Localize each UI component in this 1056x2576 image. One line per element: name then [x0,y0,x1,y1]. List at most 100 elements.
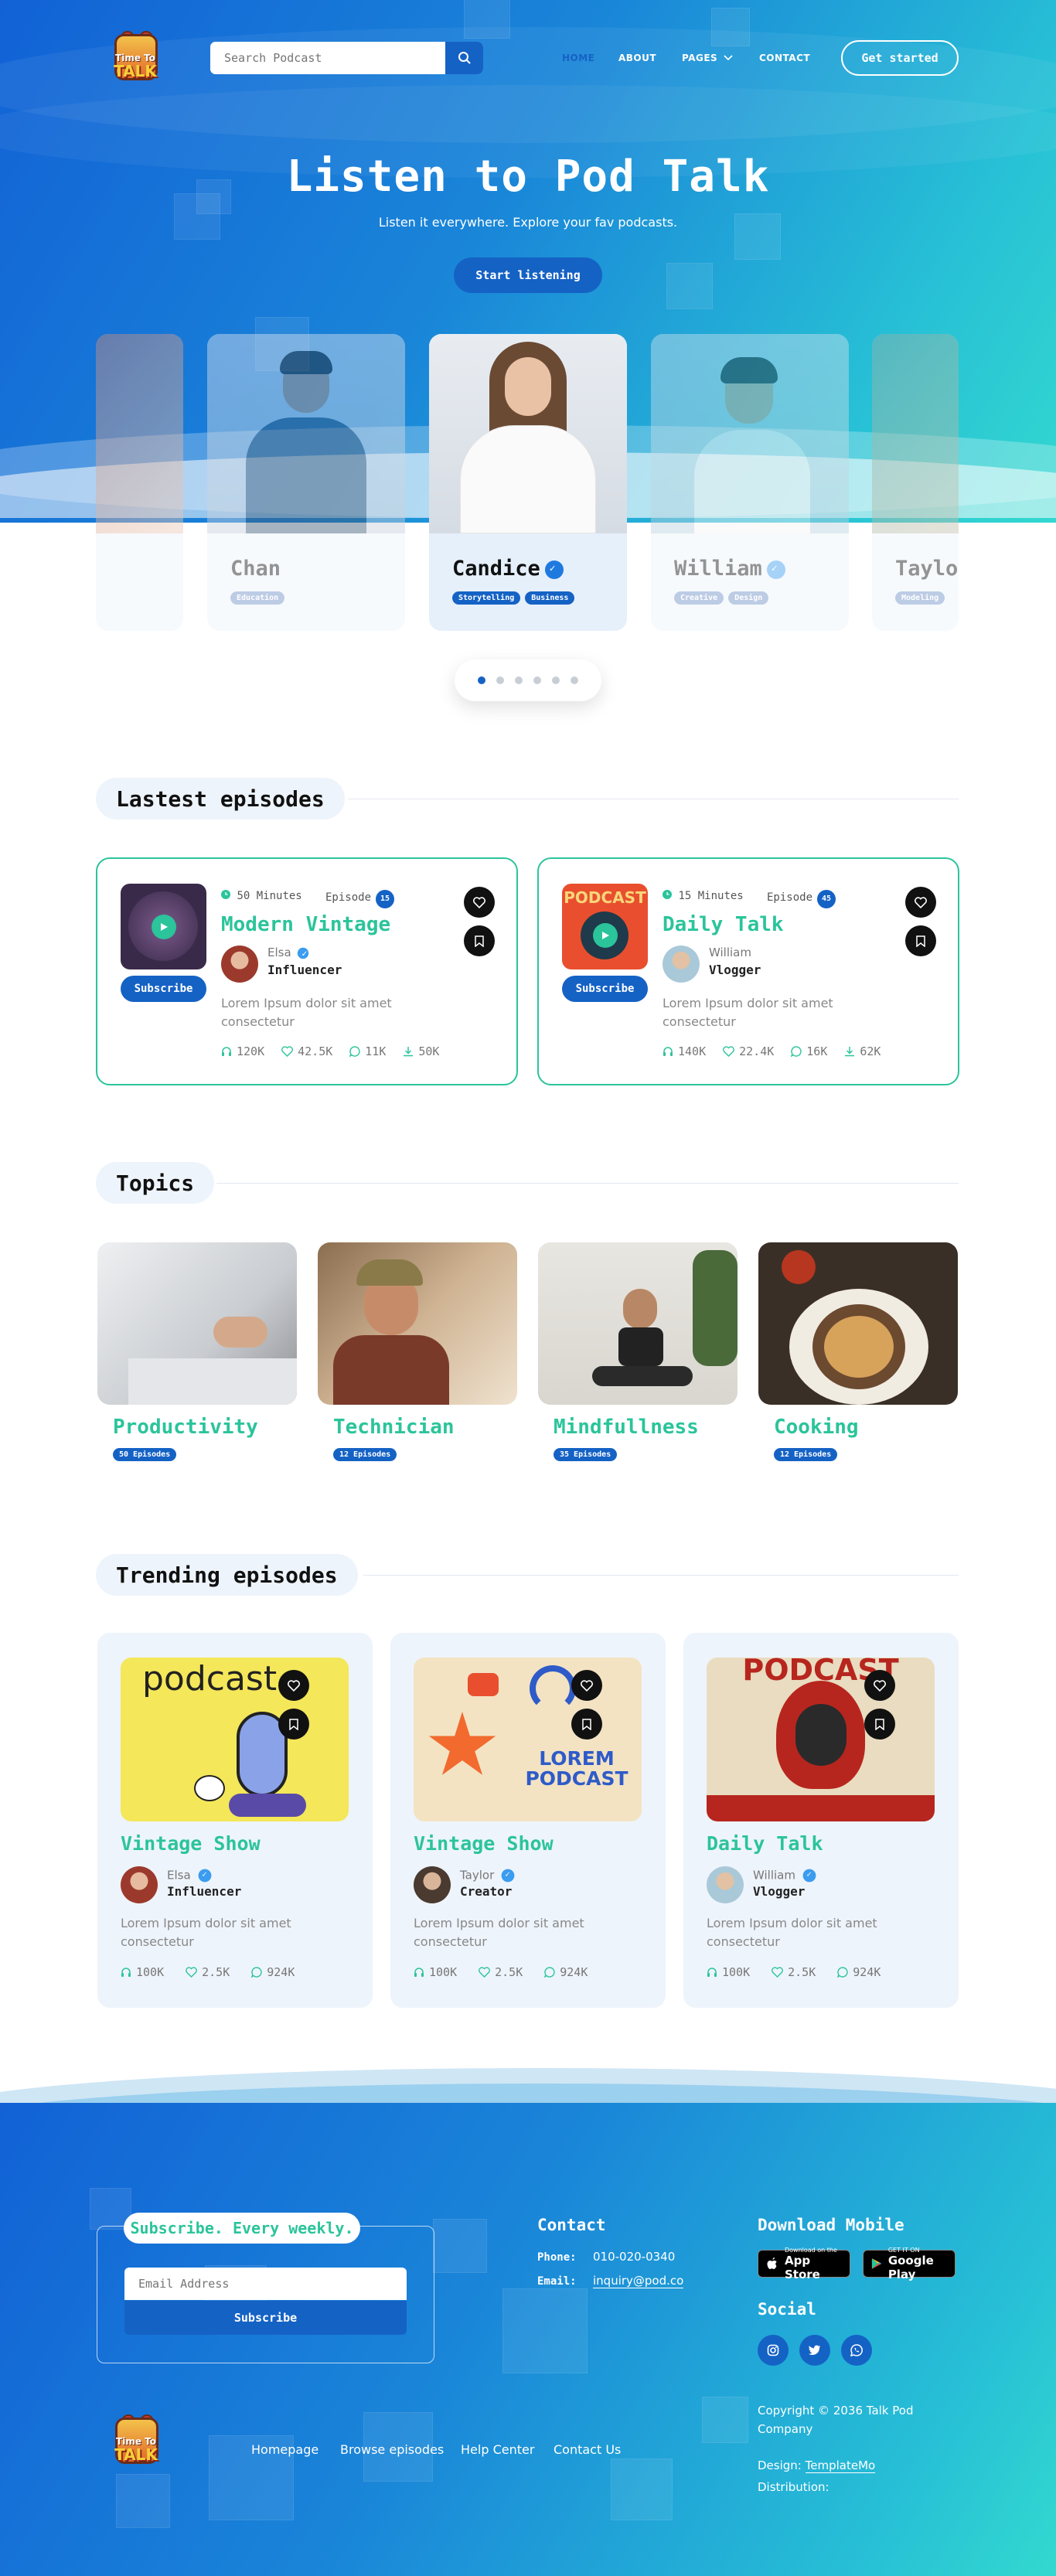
topic-image [97,1242,297,1405]
avatar [121,1866,158,1903]
footer-link-help[interactable]: Help Center [461,2442,534,2457]
author-name-text: Taylor [460,1868,495,1883]
episode-card[interactable]: Subscribe 50 Minutes Episode 15 Modern Vi… [96,857,518,1085]
carousel-dot[interactable] [552,676,560,684]
episode-card[interactable]: PODCAST Subscribe 15 Minutes Episode 45 D… [537,857,959,1085]
carousel-dot[interactable] [571,676,578,684]
search-input[interactable] [210,42,445,74]
profile-card-active[interactable]: Candice Storytelling Business [429,334,627,631]
like-button[interactable] [464,887,495,918]
topic-card[interactable]: Mindfullness 35 Episodes [538,1242,737,1461]
trending-card[interactable]: LOREM PODCAST Vintage Show Taylor Creato… [390,1633,666,2008]
nav-contact[interactable]: CONTACT [759,53,810,63]
profile-tag[interactable]: Modeling [895,591,945,605]
profile-card-partial[interactable]: Taylo Modeling [872,334,959,631]
trending-card[interactable]: PODCAST Daily Talk William Vlogger Lorem… [683,1633,959,2008]
start-listening-button[interactable]: Start listening [454,257,602,293]
phone-value[interactable]: 010-020-0340 [593,2250,675,2264]
comments-stat[interactable]: 924K [544,1965,588,1979]
app-store-button[interactable]: Download on the App Store [758,2247,850,2281]
bookmark-button[interactable] [905,925,936,956]
carousel-dot[interactable] [533,676,541,684]
likes-stat[interactable]: 22.4K [723,1044,774,1058]
avatar [221,946,258,983]
trending-card[interactable]: podcast Vintage Show Elsa Influencer Lor… [97,1633,373,2008]
comments-stat[interactable]: 924K [837,1965,881,1979]
episode-artwork: PODCAST [562,884,648,969]
downloads-stat[interactable]: 50K [403,1044,439,1058]
subscribe-button[interactable]: Subscribe [562,976,648,1002]
profile-tag[interactable]: Education [230,591,285,605]
comments-count: 924K [560,1965,588,1979]
profile-tag[interactable]: Creative [674,591,724,605]
topic-card[interactable]: Technician 12 Episodes [318,1242,517,1461]
search-button[interactable] [445,42,483,74]
email-field[interactable] [124,2268,407,2300]
like-button[interactable] [571,1670,602,1701]
bookmark-button[interactable] [278,1709,309,1739]
bookmark-button[interactable] [464,925,495,956]
author-role: Creator [460,1884,513,1899]
subscribe-button[interactable]: Subscribe [121,976,206,1002]
likes-stat[interactable]: 2.5K [772,1965,816,1979]
headphones-icon [663,1047,673,1056]
profile-card[interactable]: Chan Education [207,334,405,631]
navbar: Time To TALK HOME ABOUT PAGES CONTACT Ge… [0,29,1056,87]
bookmark-button[interactable] [571,1709,602,1739]
carousel-dot[interactable] [496,676,504,684]
logo[interactable]: Time To TALK [108,31,162,85]
comments-stat[interactable]: 924K [251,1965,295,1979]
profile-card-partial[interactable] [96,334,183,631]
likes-stat[interactable]: 2.5K [479,1965,523,1979]
twitter-button[interactable] [799,2335,830,2366]
episode-title[interactable]: Vintage Show [121,1832,261,1855]
nav-about[interactable]: ABOUT [618,53,656,63]
design-link[interactable]: TemplateMo [805,2458,876,2473]
carousel-dot[interactable] [478,676,485,684]
bookmark-button[interactable] [864,1709,895,1739]
footer-logo[interactable]: Time To TALK [109,2414,163,2469]
like-button[interactable] [864,1670,895,1701]
google-play-button[interactable]: GET IT ON Google Play [863,2247,956,2281]
profile-tag[interactable]: Storytelling [452,591,521,605]
author-role: Vlogger [709,963,761,977]
carousel-dot[interactable] [515,676,523,684]
instagram-icon [767,2344,779,2356]
comments-stat[interactable]: 16K [791,1044,827,1058]
instagram-button[interactable] [758,2335,789,2366]
topic-card[interactable]: Productivity 50 Episodes [97,1242,297,1461]
headphones-icon [121,1968,131,1977]
verified-icon [198,1869,212,1883]
like-button[interactable] [905,887,936,918]
footer-link-homepage[interactable]: Homepage [251,2442,319,2457]
profile-tag[interactable]: Business [525,591,575,605]
footer-link-browse[interactable]: Browse episodes [340,2442,444,2457]
whatsapp-button[interactable] [841,2335,872,2366]
avatar [707,1866,744,1903]
comments-stat[interactable]: 11K [349,1044,386,1058]
profile-tag[interactable]: Design [728,591,769,605]
episode-title[interactable]: Modern Vintage [221,913,390,936]
like-button[interactable] [278,1670,309,1701]
episode-title[interactable]: Vintage Show [414,1832,554,1855]
download-icon [845,1047,855,1057]
footer-link-contact[interactable]: Contact Us [554,2442,621,2457]
nav-home[interactable]: HOME [562,53,594,63]
subscribe-submit-button[interactable]: Subscribe [124,2301,407,2335]
episode-title[interactable]: Daily Talk [707,1832,823,1855]
likes-stat[interactable]: 2.5K [186,1965,230,1979]
topic-card[interactable]: Cooking 12 Episodes [758,1242,958,1461]
downloads-stat[interactable]: 62K [844,1044,881,1058]
episode-title[interactable]: Daily Talk [663,913,784,936]
apple-icon [767,2257,777,2269]
get-started-button[interactable]: Get started [841,40,959,76]
profile-name: Candice [452,557,564,581]
nav-pages[interactable]: PAGES [682,53,733,63]
avatar [414,1866,451,1903]
decor-square [611,2458,673,2520]
email-link[interactable]: inquiry@pod.co [593,2274,684,2288]
heart-icon [288,1679,300,1692]
likes-stat[interactable]: 42.5K [281,1044,332,1058]
profile-card[interactable]: William Creative Design [651,334,849,631]
episode-number: Episode 45 [767,890,836,908]
